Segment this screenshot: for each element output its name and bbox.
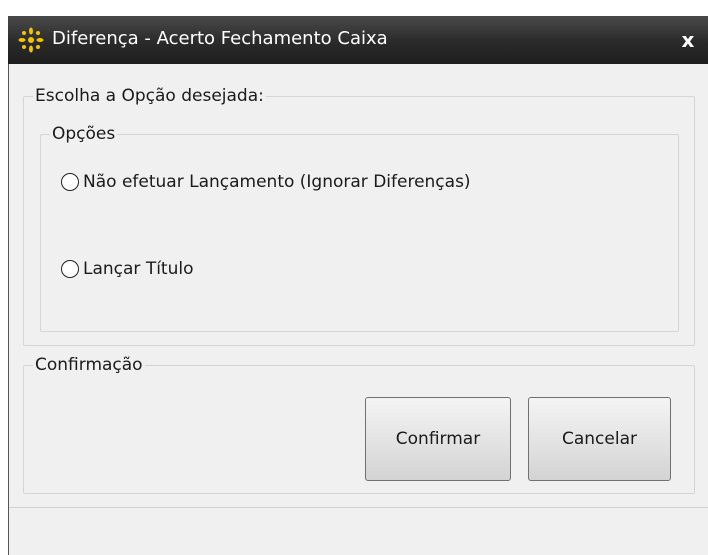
close-button[interactable]: x bbox=[668, 16, 708, 64]
cancel-button[interactable]: Cancelar bbox=[528, 397, 671, 481]
window-title: Diferença - Acerto Fechamento Caixa bbox=[52, 28, 388, 49]
confirmation-legend: Confirmação bbox=[35, 355, 143, 375]
options-legend: Opções bbox=[52, 124, 116, 144]
radio-launch-title[interactable]: Lançar Título bbox=[61, 259, 194, 279]
sparkle-app-icon bbox=[18, 27, 44, 53]
choose-option-legend: Escolha a Opção desejada: bbox=[35, 86, 264, 106]
dialog-body: Escolha a Opção desejada: Opções Não efe… bbox=[8, 64, 708, 555]
radio-circle[interactable] bbox=[61, 173, 79, 191]
confirm-button[interactable]: Confirmar bbox=[365, 397, 511, 481]
status-bar bbox=[9, 508, 708, 555]
title-bar[interactable]: Diferença - Acerto Fechamento Caixa x bbox=[8, 16, 708, 64]
options-group: Opções bbox=[40, 124, 679, 332]
radio-ignore-differences[interactable]: Não efetuar Lançamento (Ignorar Diferenç… bbox=[61, 172, 471, 192]
dialog-window: Diferença - Acerto Fechamento Caixa x Es… bbox=[8, 16, 708, 555]
radio-circle[interactable] bbox=[61, 260, 79, 278]
radio-label-launch-title: Lançar Título bbox=[83, 259, 194, 279]
radio-label-ignore-differences: Não efetuar Lançamento (Ignorar Diferenç… bbox=[83, 172, 471, 192]
